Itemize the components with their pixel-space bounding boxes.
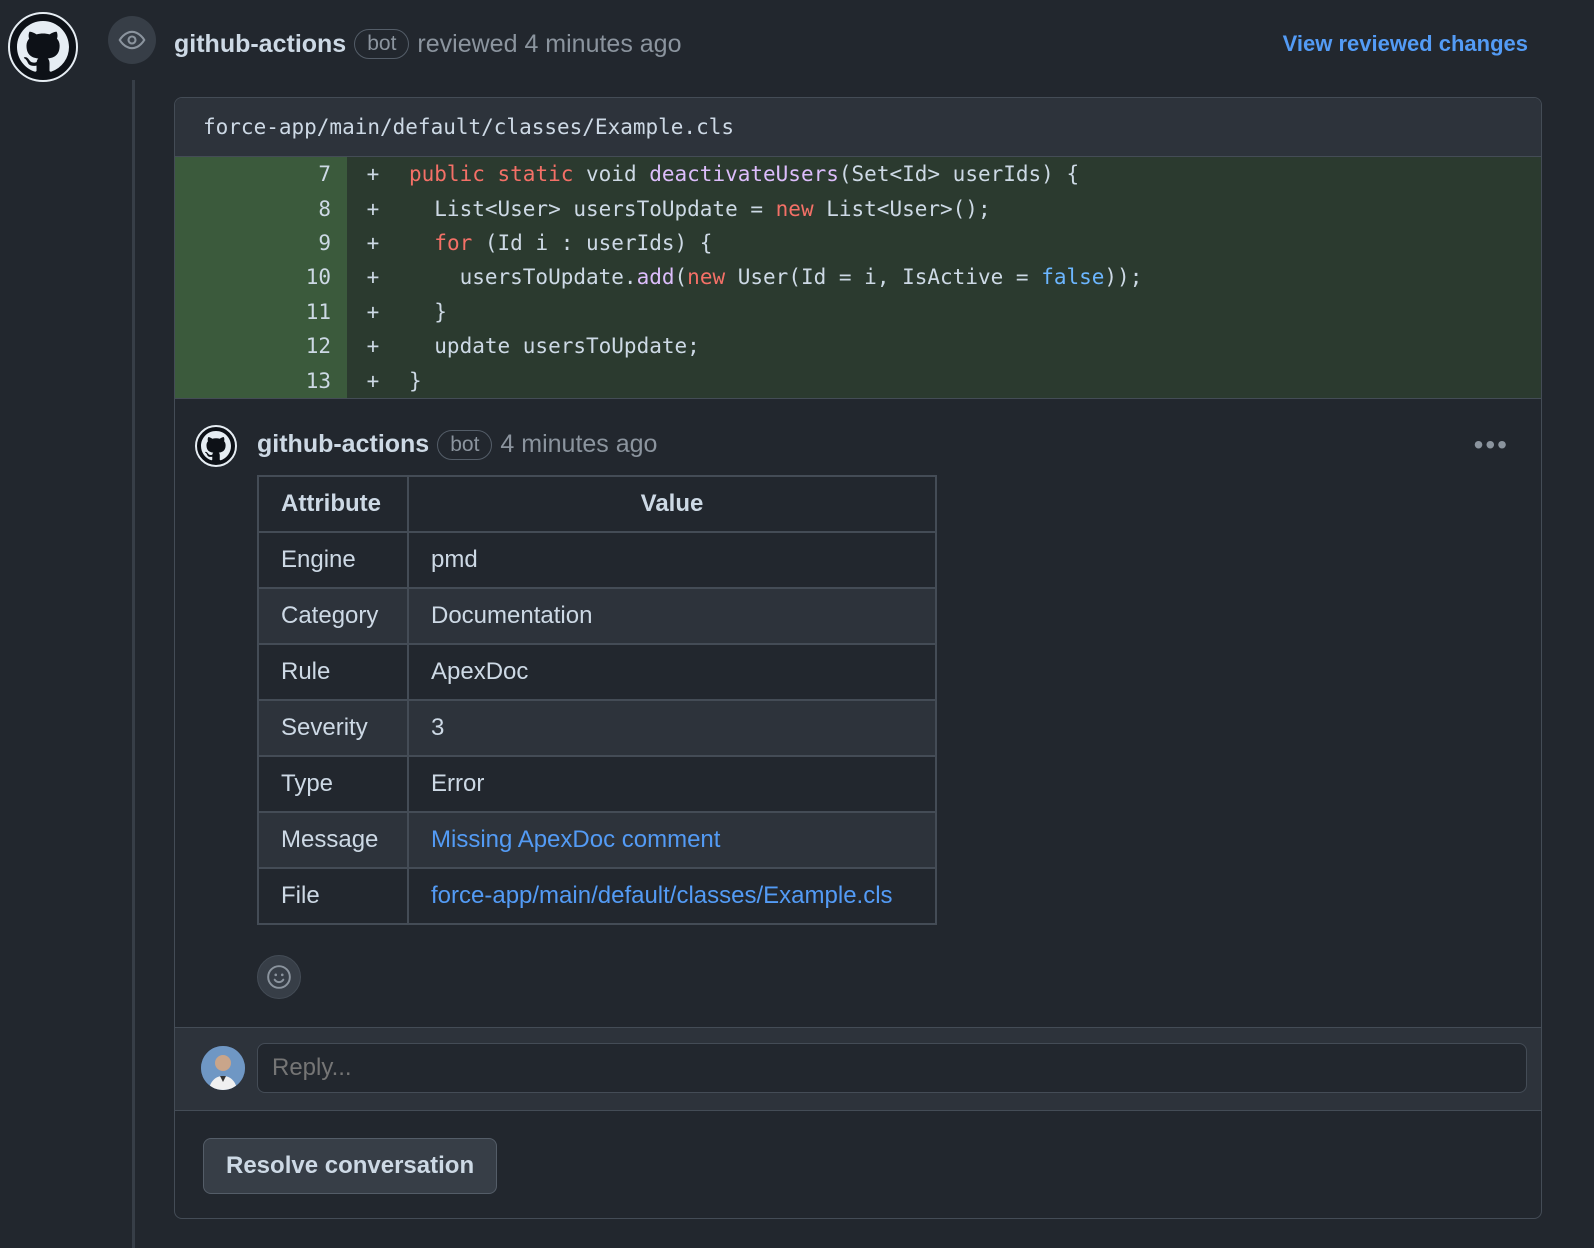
diff-line: 10 + usersToUpdate.add(new User(Id = i, … — [175, 260, 1541, 295]
code-text: update usersToUpdate; — [409, 334, 700, 359]
table-header-attribute: Attribute — [257, 474, 409, 533]
table-row: Engine pmd — [257, 530, 937, 589]
line-number[interactable]: 12 — [175, 328, 347, 364]
review-header: github-actions bot reviewed 4 minutes ag… — [174, 26, 1528, 62]
line-number[interactable]: 11 — [175, 294, 347, 329]
resolve-conversation-button[interactable]: Resolve conversation — [203, 1138, 498, 1194]
table-header-row: Attribute Value — [257, 474, 937, 533]
review-action: reviewed — [417, 29, 518, 58]
code-text: usersToUpdate.add(new User(Id = i, IsAct… — [409, 265, 1143, 290]
line-number[interactable]: 9 — [175, 225, 347, 261]
table-cell-attr: Message — [257, 810, 409, 869]
line-number[interactable]: 10 — [175, 260, 347, 295]
view-reviewed-changes-link[interactable]: View reviewed changes — [1283, 31, 1528, 57]
review-time[interactable]: 4 minutes ago — [524, 30, 681, 59]
table-cell-attr: Engine — [257, 530, 409, 589]
violation-table: Attribute Value Engine pmd Category Docu… — [257, 474, 937, 925]
message-link[interactable]: Missing ApexDoc comment — [431, 826, 720, 853]
diff-line: 8 + List<User> usersToUpdate = new List<… — [175, 191, 1541, 226]
review-author[interactable]: github-actions — [174, 30, 346, 59]
bot-badge: bot — [437, 429, 493, 460]
table-cell-attr: File — [257, 866, 409, 925]
table-row: Rule ApexDoc — [257, 642, 937, 701]
timeline-line — [132, 80, 135, 1248]
diff-hunk: 7 + public static void deactivateUsers(S… — [175, 157, 1541, 398]
line-number[interactable]: 7 — [175, 157, 347, 192]
table-cell-value: 3 — [407, 698, 937, 757]
diff-sign: + — [366, 230, 380, 255]
diff-line: 11 + } — [175, 294, 1541, 329]
user-photo-icon — [201, 1046, 245, 1090]
diff-sign: + — [366, 299, 380, 324]
table-cell-attr: Category — [257, 586, 409, 645]
file-link[interactable]: force-app/main/default/classes/Example.c… — [431, 882, 893, 909]
reply-bar — [175, 1027, 1541, 1111]
table-row: Category Documentation — [257, 586, 937, 645]
table-cell-attr: Severity — [257, 698, 409, 757]
diff-sign: + — [366, 196, 380, 221]
diff-sign: + — [366, 162, 380, 187]
table-cell-value: Error — [407, 754, 937, 813]
comment-header: github-actions bot 4 minutes ago — [257, 427, 657, 463]
diff-line: 13 + } — [175, 363, 1541, 398]
code-text: } — [409, 368, 422, 393]
line-number[interactable]: 13 — [175, 363, 347, 398]
line-number[interactable]: 8 — [175, 191, 347, 226]
github-mark-icon — [201, 430, 231, 460]
user-avatar[interactable] — [201, 1046, 245, 1090]
table-header-value: Value — [407, 474, 937, 533]
smiley-icon — [267, 964, 291, 989]
review-comment: github-actions bot 4 minutes ago ••• Att… — [175, 397, 1541, 1031]
diff-line: 7 + public static void deactivateUsers(S… — [175, 157, 1541, 192]
table-cell-attr: Rule — [257, 642, 409, 701]
more-options-icon[interactable]: ••• — [1474, 429, 1509, 461]
table-cell-value: ApexDoc — [407, 642, 937, 701]
reply-input[interactable] — [257, 1043, 1527, 1093]
table-row: File force-app/main/default/classes/Exam… — [257, 866, 937, 925]
table-cell-attr: Type — [257, 754, 409, 813]
table-row: Type Error — [257, 754, 937, 813]
code-text: List<User> usersToUpdate = new List<User… — [409, 196, 991, 221]
diff-line: 9 + for (Id i : userIds) { — [175, 225, 1541, 261]
github-actions-avatar[interactable] — [8, 12, 78, 82]
table-cell-value: Documentation — [407, 586, 937, 645]
diff-sign: + — [366, 368, 380, 393]
table-row: Severity 3 — [257, 698, 937, 757]
eye-badge — [108, 16, 156, 64]
github-mark-icon — [17, 21, 69, 72]
code-text: for (Id i : userIds) { — [434, 230, 713, 255]
code-text: public static void deactivateUsers(Set<I… — [409, 162, 1080, 187]
review-thread: force-app/main/default/classes/Example.c… — [174, 97, 1542, 1219]
table-row: Message Missing ApexDoc comment — [257, 810, 937, 869]
diff-sign: + — [366, 265, 380, 290]
diff-sign: + — [366, 334, 380, 359]
diff-line: 12 + update usersToUpdate; — [175, 328, 1541, 364]
bot-badge: bot — [354, 29, 410, 59]
table-cell-value: pmd — [407, 530, 937, 589]
comment-author[interactable]: github-actions — [257, 430, 429, 459]
comment-avatar[interactable] — [195, 424, 237, 467]
add-reaction-button[interactable] — [257, 954, 301, 999]
code-text: } — [409, 299, 447, 324]
file-path-header[interactable]: force-app/main/default/classes/Example.c… — [175, 98, 1541, 157]
comment-time[interactable]: 4 minutes ago — [500, 430, 657, 459]
eye-icon — [118, 30, 146, 50]
